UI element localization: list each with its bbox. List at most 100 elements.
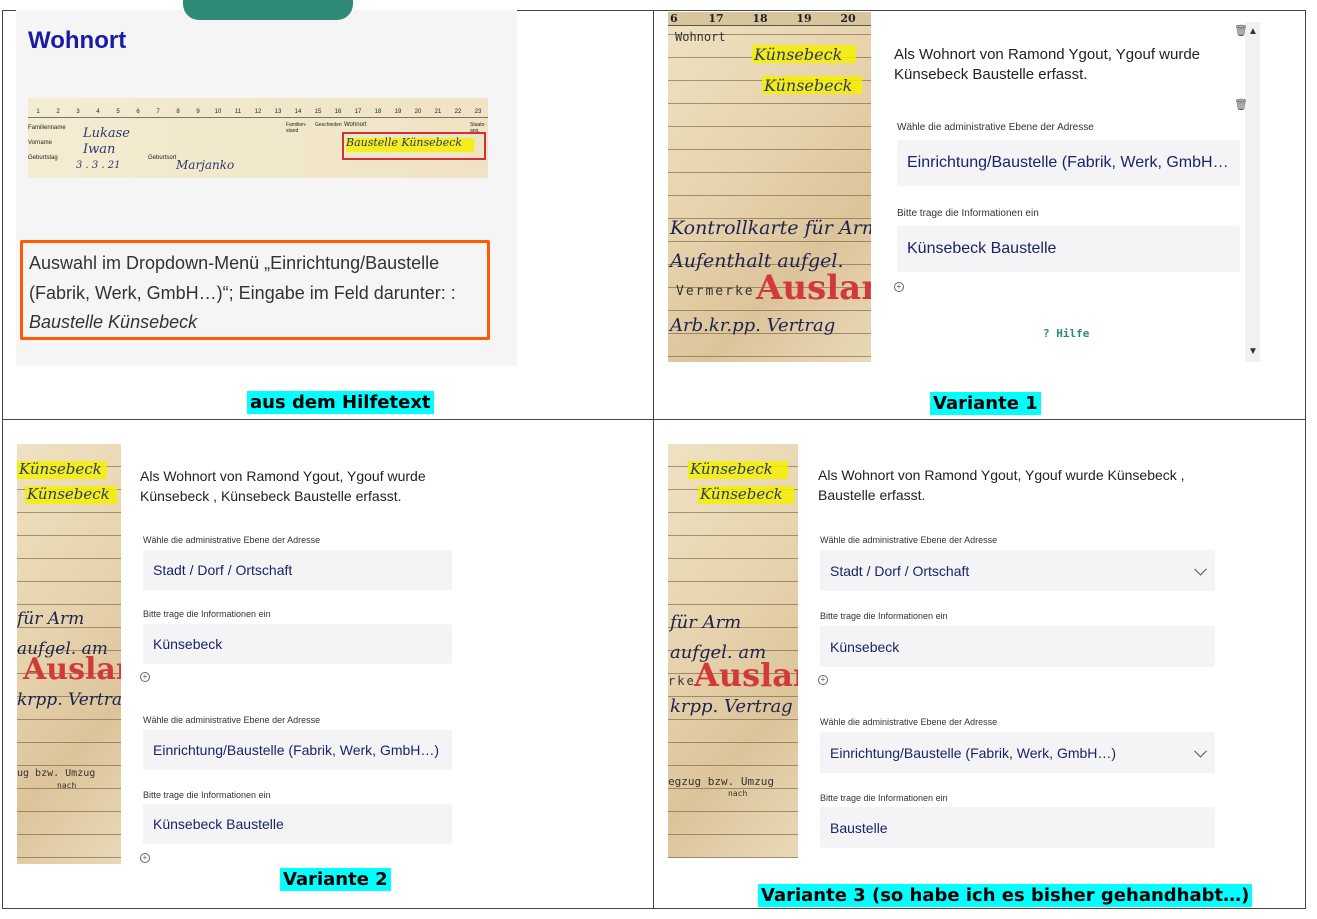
card-col-number: 2 bbox=[56, 109, 60, 115]
level-label-2: Wähle die administrative Ebene der Adres… bbox=[143, 715, 321, 725]
info-input[interactable]: Künsebeck Baustelle bbox=[897, 226, 1240, 272]
card-handwriting: Künsebeck bbox=[754, 45, 843, 64]
table-border-right bbox=[1305, 10, 1306, 909]
card-col-number: 23 bbox=[474, 109, 482, 115]
help-note-line-2: (Fabrik, Werk, GmbH…)“; Eingabe im Feld … bbox=[29, 283, 456, 303]
level-select[interactable]: Einrichtung/Baustelle (Fabrik, Werk, Gmb… bbox=[897, 140, 1240, 186]
card-handwriting: Künsebeck bbox=[690, 460, 773, 478]
info-label-2: Bitte trage die Informationen ein bbox=[820, 793, 948, 803]
add-circle-icon[interactable]: + bbox=[140, 672, 150, 682]
scroll-up-icon[interactable]: ▲ bbox=[1248, 26, 1258, 37]
card-handwriting: Künsebeck bbox=[700, 485, 783, 503]
level-select-1[interactable]: Stadt / Dorf / Ortschaft bbox=[143, 550, 452, 590]
info-label: Bitte trage die Informationen ein bbox=[897, 208, 1039, 219]
chevron-down-icon[interactable] bbox=[1194, 562, 1207, 576]
card-handwriting: Künsebeck bbox=[27, 485, 110, 503]
card-stamp-ausland: Ausland bbox=[756, 268, 871, 308]
card-handwriting: für Arm bbox=[17, 609, 85, 629]
card-col-number: 7 bbox=[156, 109, 160, 115]
variant3-message-line-2: Baustelle erfasst. bbox=[818, 487, 926, 503]
help-note-line-3: Baustelle Künsebeck bbox=[29, 312, 198, 332]
table-border-middle bbox=[2, 419, 1306, 420]
card-col-number: 10 bbox=[214, 109, 222, 115]
info-label-1: Bitte trage die Informationen ein bbox=[143, 609, 271, 619]
card-handwriting: Lukase bbox=[83, 126, 130, 141]
caption-variant-3: Variante 3 (so habe ich es bisher gehand… bbox=[758, 884, 1253, 907]
card-col-label: Familien-stand bbox=[286, 122, 307, 134]
help-note-line-1: Auswahl im Dropdown-Menü „Einrichtung/Ba… bbox=[29, 253, 440, 273]
variant3-card-image: Künsebeck Künsebeck für Arm aufgel. am r… bbox=[668, 444, 798, 858]
card-col-number: 13 bbox=[274, 109, 282, 115]
help-button[interactable]: ? Hilfe bbox=[1043, 327, 1089, 340]
level-select-2[interactable]: Einrichtung/Baustelle (Fabrik, Werk, Gmb… bbox=[820, 732, 1215, 773]
level-select-1[interactable]: Stadt / Dorf / Ortschaft bbox=[820, 550, 1215, 591]
card-col-number: 12 bbox=[254, 109, 262, 115]
level-select-2-value: Einrichtung/Baustelle (Fabrik, Werk, Gmb… bbox=[830, 744, 1117, 761]
card-row-label: Vorname bbox=[28, 140, 53, 146]
delete-icon[interactable]: 🗑 bbox=[1234, 24, 1248, 37]
card-col-number: 6 bbox=[136, 109, 140, 115]
card-col-number: 18 bbox=[752, 12, 768, 25]
card-col-label: Wohnort bbox=[344, 122, 367, 128]
card-col-number: 14 bbox=[294, 109, 302, 115]
add-circle-icon[interactable]: + bbox=[140, 853, 150, 863]
card-footer-text: nach bbox=[728, 789, 748, 798]
variant3-message-line-1: Als Wohnort von Ramond Ygout, Ygouf wurd… bbox=[818, 467, 1185, 483]
card-handwriting: 3 . 3 . 21 bbox=[76, 160, 121, 171]
card-label-vermerke: Vermerke bbox=[676, 284, 755, 299]
card-handwriting: krpp. Vertrag bbox=[17, 690, 121, 710]
card-col-number: 19 bbox=[394, 109, 402, 115]
info-label-2: Bitte trage die Informationen ein bbox=[143, 790, 271, 800]
info-input-1[interactable]: Künsebeck bbox=[820, 626, 1215, 667]
caption-variant-1: Variante 1 bbox=[930, 392, 1041, 415]
card-handwriting: krpp. Vertrag bbox=[670, 696, 793, 717]
info-input-2[interactable]: Künsebeck Baustelle bbox=[143, 804, 452, 844]
chevron-down-icon[interactable] bbox=[1194, 744, 1207, 758]
level-select-1-value: Stadt / Dorf / Ortschaft bbox=[830, 562, 970, 579]
card-col-number: 4 bbox=[96, 109, 100, 115]
variant2-message: Als Wohnort von Ramond Ygout, Ygouf wurd… bbox=[140, 468, 426, 504]
card-number-strip: 6 17 18 19 20 bbox=[668, 12, 871, 26]
card-row-label: Geburtstag bbox=[28, 155, 58, 161]
variant1-message: Als Wohnort von Ramond Ygout, Ygouf wurd… bbox=[894, 46, 1201, 83]
card-handwriting: Künsebeck bbox=[764, 76, 853, 95]
card-col-number: 11 bbox=[234, 109, 242, 115]
help-title: Wohnort bbox=[28, 27, 127, 54]
card-col-number: 19 bbox=[796, 12, 812, 25]
card-row-label: Familienname bbox=[28, 125, 66, 131]
table-border-bottom bbox=[2, 908, 1306, 909]
info-input-1[interactable]: Künsebeck bbox=[143, 624, 452, 664]
add-circle-icon[interactable]: + bbox=[894, 282, 904, 292]
card-col-number: 21 bbox=[434, 109, 442, 115]
level-label: Wähle die administrative Ebene der Adres… bbox=[897, 122, 1094, 133]
card-handwriting: für Arm bbox=[670, 612, 742, 633]
card-col-number: 15 bbox=[314, 109, 322, 115]
variant2-card-image: Künsebeck Künsebeck für Arm aufgel. am A… bbox=[17, 444, 121, 864]
card-footer-text: ug bzw. Umzug bbox=[17, 768, 96, 779]
card-handwriting: Künsebeck bbox=[19, 460, 102, 478]
card-stamp-ausland: Auslan bbox=[23, 652, 121, 687]
help-top-pill bbox=[183, 0, 353, 20]
card-col-number: 20 bbox=[414, 109, 422, 115]
card-handwriting: Iwan bbox=[83, 142, 116, 157]
info-input-2[interactable]: Baustelle bbox=[820, 807, 1215, 848]
scroll-down-icon[interactable]: ▼ bbox=[1248, 346, 1258, 357]
info-label-1: Bitte trage die Informationen ein bbox=[820, 611, 948, 621]
card-col-number: 8 bbox=[176, 109, 180, 115]
card-col-number: 22 bbox=[454, 109, 462, 115]
card-col-number: 5 bbox=[116, 109, 120, 115]
card-col-number: 9 bbox=[196, 109, 200, 115]
level-select-2[interactable]: Einrichtung/Baustelle (Fabrik, Werk, Gmb… bbox=[143, 730, 452, 770]
card-col-number: 20 bbox=[840, 12, 856, 25]
card-handwriting: Arb.kr.pp. Vertrag bbox=[670, 315, 836, 336]
caption-variant-2: Variante 2 bbox=[280, 868, 391, 891]
card-col-label: Geschieden bbox=[315, 122, 342, 128]
table-border-left bbox=[2, 10, 3, 909]
card-stamp-ausland: Auslan bbox=[694, 656, 798, 694]
add-circle-icon[interactable]: + bbox=[818, 675, 828, 685]
variant1-scrollbar-track[interactable] bbox=[1245, 22, 1260, 362]
card-footer-text: egzug bzw. Umzug bbox=[668, 775, 774, 788]
card-col-number: 6 bbox=[670, 12, 678, 25]
card-handwriting: Kontrollkarte für Arm bbox=[670, 217, 871, 239]
delete-icon[interactable]: 🗑 bbox=[1234, 98, 1248, 111]
